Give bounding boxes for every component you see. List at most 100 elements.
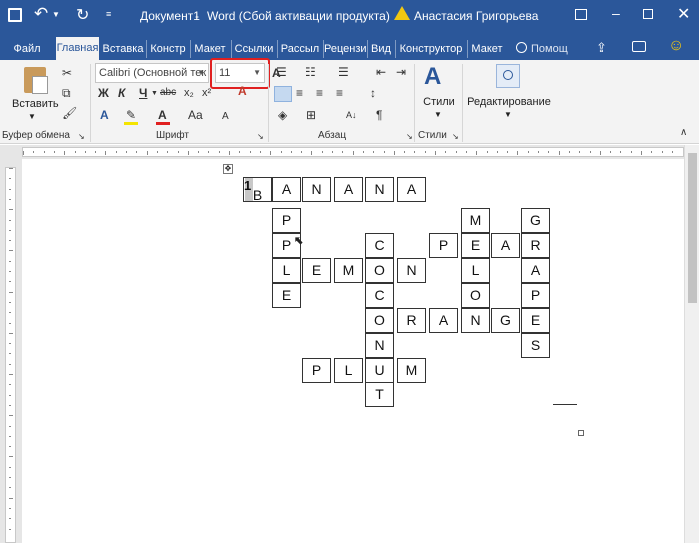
crossword-cell[interactable]: N — [365, 177, 394, 202]
tab-design[interactable]: Констр — [147, 39, 189, 60]
font-name-combobox[interactable]: Calibri (Основной тек ▼ — [95, 63, 209, 83]
share-icon[interactable]: ⇪ — [596, 40, 607, 56]
vertical-scrollbar[interactable] — [684, 145, 699, 543]
crossword-cell[interactable]: A — [429, 308, 458, 333]
increase-indent-icon[interactable]: ⇥ — [396, 65, 406, 79]
superscript-button[interactable]: x² — [202, 86, 211, 100]
crossword-cell[interactable]: E — [521, 308, 550, 333]
copy-icon[interactable]: ⧉ — [62, 86, 71, 100]
maximize-icon[interactable] — [643, 9, 653, 19]
crossword-cell[interactable]: A — [334, 177, 363, 202]
crossword-cell[interactable]: O — [461, 283, 490, 308]
sort-icon[interactable]: A↓ — [346, 108, 357, 122]
crossword-cell[interactable]: S — [521, 333, 550, 358]
crossword-cell[interactable]: O — [365, 258, 394, 283]
qat-customize-icon[interactable]: ≡ — [106, 9, 111, 19]
horizontal-ruler[interactable] — [0, 145, 699, 159]
tab-file[interactable]: Файл — [6, 39, 48, 60]
crossword-cell[interactable]: E — [461, 233, 490, 258]
styles-launcher-icon[interactable]: ↘ — [452, 130, 459, 144]
crossword-cell[interactable]: E — [302, 258, 331, 283]
close-icon[interactable]: ✕ — [677, 4, 690, 24]
crossword-cell[interactable]: P — [272, 208, 301, 233]
editing-button[interactable]: Редактирование — [464, 96, 554, 108]
tab-layout[interactable]: Макет — [191, 39, 229, 60]
undo-dropdown-icon[interactable]: ▼ — [52, 10, 60, 19]
tab-table-design[interactable]: Конструктор — [396, 39, 466, 60]
tell-me-search[interactable]: Помощ — [531, 39, 568, 60]
crossword-cell[interactable]: L — [272, 258, 301, 283]
show-formatting-marks-icon[interactable]: ¶ — [376, 108, 382, 122]
crossword-cell[interactable]: U — [365, 358, 394, 383]
comments-icon[interactable] — [632, 41, 646, 52]
crossword-cell[interactable]: P — [521, 283, 550, 308]
justify-icon[interactable]: ≡ — [336, 86, 343, 100]
align-left-button[interactable] — [274, 86, 292, 102]
styles-icon[interactable]: A — [424, 64, 441, 90]
tab-view[interactable]: Вид — [368, 39, 394, 60]
crossword-cell[interactable]: N — [365, 333, 394, 358]
undo-icon[interactable]: ↶ — [34, 4, 48, 24]
paragraph-launcher-icon[interactable]: ↘ — [406, 130, 413, 144]
italic-button[interactable]: К — [118, 86, 125, 100]
crossword-cell[interactable]: M — [397, 358, 426, 383]
clear-formatting-icon[interactable]: A — [238, 84, 247, 98]
tab-mailings[interactable]: Рассыл — [278, 39, 322, 60]
align-center-icon[interactable]: ≡ — [296, 86, 303, 100]
crossword-cell[interactable]: G — [491, 308, 520, 333]
font-color-icon[interactable]: A — [158, 108, 167, 122]
borders-icon[interactable]: ⊞ — [306, 108, 316, 122]
save-icon[interactable] — [8, 8, 22, 22]
font-name-dropdown-icon[interactable]: ▼ — [197, 64, 205, 82]
feedback-smiley-icon[interactable]: ☺ — [668, 37, 684, 55]
crossword-cell[interactable]: A — [272, 177, 301, 202]
crossword-cell[interactable]: A — [491, 233, 520, 258]
table-resize-handle[interactable] — [578, 430, 584, 436]
strikethrough-button[interactable]: abc — [160, 86, 176, 100]
vertical-ruler[interactable] — [0, 159, 22, 543]
crossword-cell[interactable]: T — [365, 382, 394, 407]
crossword-cell[interactable]: E — [272, 283, 301, 308]
crossword-cell[interactable]: P — [302, 358, 331, 383]
paste-button[interactable]: Вставить — [12, 98, 59, 110]
highlight-color-icon[interactable]: ✎ — [126, 108, 136, 122]
tab-insert[interactable]: Вставка — [101, 39, 145, 60]
styles-button[interactable]: Стили — [421, 96, 457, 108]
paste-dropdown-icon[interactable]: ▼ — [28, 112, 36, 121]
crossword-cell[interactable]: C — [365, 233, 394, 258]
align-right-icon[interactable]: ≡ — [316, 86, 323, 100]
table-move-handle-icon[interactable]: ✥ — [223, 164, 233, 174]
line-spacing-icon[interactable]: ↕ — [370, 86, 376, 100]
crossword-cell[interactable]: N — [302, 177, 331, 202]
shading-icon[interactable]: ◈ — [278, 108, 287, 122]
decrease-indent-icon[interactable]: ⇤ — [376, 65, 386, 79]
subscript-button[interactable]: x₂ — [184, 86, 194, 100]
underline-dropdown-icon[interactable]: ▼ — [151, 87, 158, 101]
search-icon[interactable] — [516, 42, 527, 53]
clipboard-launcher-icon[interactable]: ↘ — [78, 130, 85, 144]
font-launcher-icon[interactable]: ↘ — [257, 130, 264, 144]
bullets-icon[interactable]: ☰ — [276, 65, 287, 79]
tab-table-layout[interactable]: Макет — [468, 39, 506, 60]
styles-dropdown-icon[interactable]: ▼ — [434, 110, 442, 119]
crossword-cell[interactable]: A — [397, 177, 426, 202]
crossword-cell[interactable]: R — [521, 233, 550, 258]
redo-icon[interactable]: ↻ — [76, 5, 89, 25]
crossword-cell[interactable]: P — [429, 233, 458, 258]
collapse-ribbon-icon[interactable]: ∧ — [680, 126, 687, 140]
crossword-cell[interactable]: A — [521, 258, 550, 283]
tab-home[interactable]: Главная — [56, 37, 99, 60]
document-page[interactable] — [22, 159, 684, 543]
underline-button[interactable]: Ч — [139, 86, 147, 100]
shrink-font-icon[interactable]: A — [222, 110, 229, 124]
ribbon-display-options-icon[interactable] — [575, 9, 587, 20]
scroll-thumb[interactable] — [688, 153, 697, 303]
crossword-cell[interactable]: L — [334, 358, 363, 383]
change-case-button[interactable]: Aa — [188, 108, 203, 122]
tab-review[interactable]: Рецензи — [324, 39, 366, 60]
text-effects-icon[interactable]: A — [100, 108, 109, 122]
crossword-cell[interactable]: G — [521, 208, 550, 233]
multilevel-list-icon[interactable]: ☰ — [338, 65, 349, 79]
user-name[interactable]: Анастасия Григорьева — [414, 9, 538, 23]
crossword-cell[interactable]: L — [461, 258, 490, 283]
